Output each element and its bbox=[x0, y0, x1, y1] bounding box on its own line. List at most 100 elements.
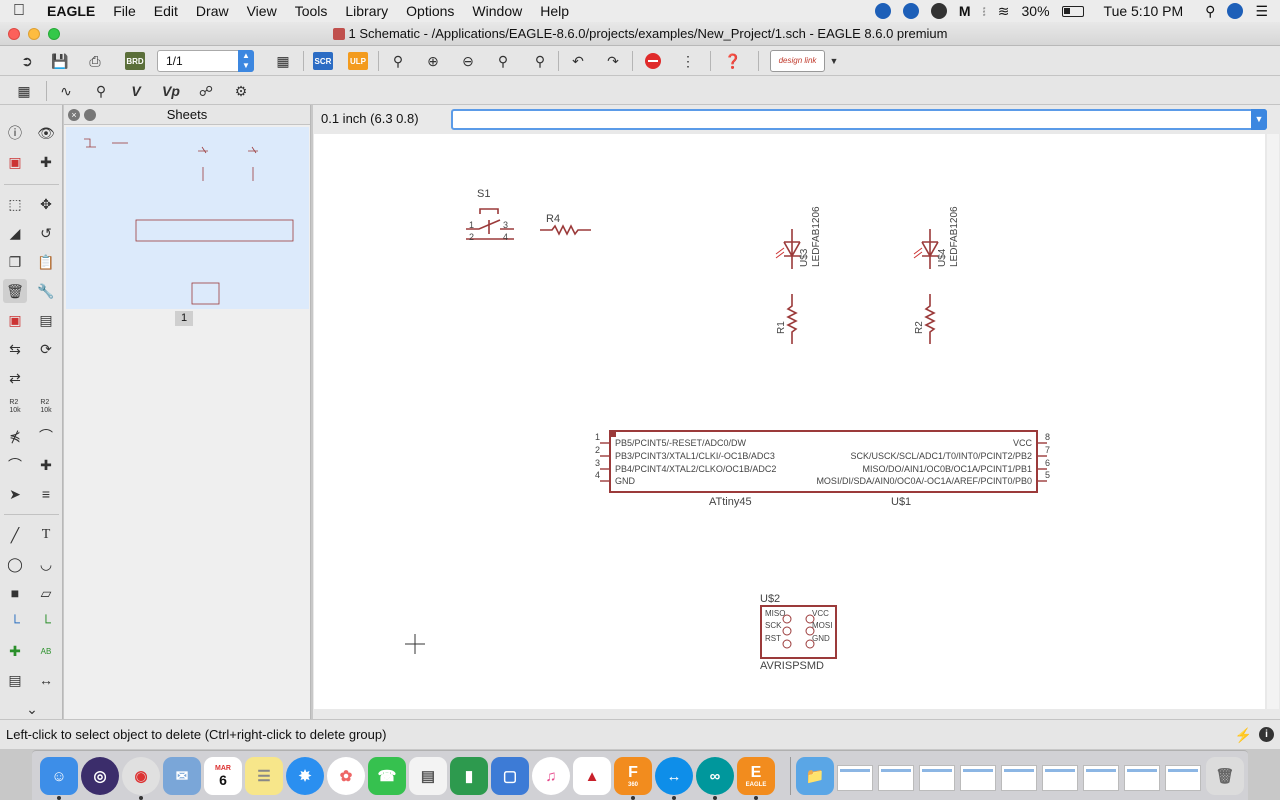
run-ulp-button[interactable]: ULP bbox=[346, 50, 370, 72]
safari-icon[interactable]: ✸ bbox=[286, 757, 324, 795]
net-icon[interactable]: └ bbox=[3, 610, 27, 634]
sheet-number-label[interactable]: 1 bbox=[175, 311, 193, 326]
close-window-button[interactable] bbox=[8, 28, 20, 40]
autocad-icon[interactable]: ▲ bbox=[573, 757, 611, 795]
arc-icon[interactable]: ◡ bbox=[34, 552, 58, 576]
optimize-icon[interactable]: ⌒ bbox=[3, 453, 27, 477]
zoom-out-icon[interactable]: ⊖ bbox=[456, 50, 480, 72]
pin-swap-icon[interactable]: ⇄ bbox=[3, 366, 27, 390]
expand-palette-icon[interactable]: ⌄ bbox=[20, 697, 44, 721]
sheet-thumbnail[interactable] bbox=[66, 127, 309, 309]
zoom-select-icon[interactable]: ⚲ bbox=[528, 50, 552, 72]
keynote-icon[interactable]: ▢ bbox=[491, 757, 529, 795]
value-tool-palette[interactable]: R2 10k bbox=[34, 395, 58, 419]
schematic-canvas[interactable]: S1 1 2 3 4 R4 U$3 LEDFAB1206 U$4 LEDFAB1… bbox=[314, 134, 1265, 709]
teamviewer-status-icon[interactable] bbox=[902, 3, 919, 19]
info-icon-status[interactable]: i bbox=[1259, 727, 1274, 742]
split-icon[interactable]: ⋠ bbox=[3, 424, 27, 448]
part-u3[interactable]: U$3 LEDFAB1206 bbox=[775, 206, 822, 269]
part-s1[interactable]: S1 1 2 3 4 bbox=[466, 188, 514, 242]
schematic-drawing[interactable]: S1 1 2 3 4 R4 U$3 LEDFAB1206 U$4 LEDFAB1… bbox=[314, 134, 1265, 709]
stop-command-button[interactable] bbox=[641, 50, 665, 72]
miter-icon[interactable]: ⌒ bbox=[34, 424, 58, 448]
teamviewer-icon[interactable]: ↔ bbox=[655, 757, 693, 795]
attribute-icon[interactable]: ☍ bbox=[194, 80, 218, 102]
part-u2[interactable]: U$2 MISO SCK RST VCC MOSI GND AVRISPSMD bbox=[760, 593, 837, 672]
finder-icon[interactable]: ☺ bbox=[40, 757, 78, 795]
fusion-360-icon[interactable]: F 360 bbox=[614, 757, 652, 795]
menu-library[interactable]: Library bbox=[336, 3, 397, 19]
vertical-scrollbar[interactable] bbox=[1267, 134, 1279, 709]
lightning-icon[interactable]: ⚡ bbox=[1235, 720, 1252, 750]
grid-icon[interactable]: ▦ bbox=[12, 80, 36, 102]
mail-stamp-icon[interactable]: ✉ bbox=[163, 757, 201, 795]
copy-icon[interactable]: ❐ bbox=[3, 250, 27, 274]
sheet-stepper-icon[interactable]: ▲ ▼ bbox=[238, 50, 254, 72]
go-icon[interactable]: ⋮ bbox=[676, 50, 700, 72]
rectangle-icon[interactable]: ■ bbox=[3, 581, 27, 605]
zoom-in-icon[interactable]: ⊕ bbox=[421, 50, 445, 72]
malwarebytes-status-icon[interactable]: M bbox=[959, 3, 971, 19]
settings-gear-icon[interactable]: ⚙ bbox=[229, 80, 253, 102]
net-class-icon[interactable]: ∿ bbox=[54, 80, 78, 102]
float-panel-icon[interactable] bbox=[84, 109, 96, 121]
dimension-icon[interactable]: ↔ bbox=[34, 668, 58, 692]
attribute-tool-icon[interactable]: ▤ bbox=[3, 668, 27, 692]
clock[interactable]: Tue 5:10 PM bbox=[1104, 3, 1184, 19]
group-select-icon[interactable]: ⬚ bbox=[3, 192, 27, 216]
menu-options[interactable]: Options bbox=[397, 3, 463, 19]
apple-menu-icon[interactable]:  bbox=[0, 2, 38, 20]
command-history-dropdown-icon[interactable]: ▼ bbox=[1251, 109, 1267, 130]
line-icon[interactable]: ╱ bbox=[3, 523, 27, 547]
battery-percent[interactable]: 30% bbox=[1022, 3, 1050, 19]
show-icon[interactable]: ⚲ bbox=[89, 80, 113, 102]
show-eye-icon[interactable]: 👁 bbox=[34, 121, 58, 145]
part-u1[interactable]: 1 2 3 4 8 7 6 5 PB5/PCINT5/-RESET/ADC0/D… bbox=[595, 430, 1050, 508]
sheet-select[interactable]: 1/1 ▲ ▼ bbox=[157, 50, 254, 72]
menu-draw[interactable]: Draw bbox=[187, 3, 238, 19]
arduino-icon[interactable]: ∞ bbox=[696, 757, 734, 795]
part-r1[interactable]: R1 bbox=[776, 294, 798, 344]
name-tool[interactable]: R2 10k bbox=[3, 395, 27, 419]
minimized-window-thumbnail[interactable] bbox=[1124, 765, 1160, 791]
rotate-icon[interactable]: ↺ bbox=[34, 221, 58, 245]
redraw-icon[interactable]: ⚲ bbox=[491, 50, 515, 72]
text-tool[interactable]: T bbox=[34, 523, 58, 547]
command-line-input[interactable]: ▼ bbox=[451, 109, 1267, 130]
design-link-button[interactable]: design link bbox=[770, 50, 825, 72]
menu-edit[interactable]: Edit bbox=[145, 3, 187, 19]
replace-part-icon[interactable]: ▤ bbox=[34, 308, 58, 332]
junction-icon[interactable]: ✚ bbox=[3, 639, 27, 663]
print-icon[interactable]: ⎙ bbox=[83, 50, 107, 72]
numbers-icon[interactable]: ▮ bbox=[450, 757, 488, 795]
paste-icon[interactable]: 📋 bbox=[34, 250, 58, 274]
info-icon[interactable]: ⓘ bbox=[3, 121, 27, 145]
chrome-icon[interactable]: ◉ bbox=[122, 757, 160, 795]
part-u4[interactable]: U$4 LEDFAB1206 bbox=[913, 206, 960, 269]
help-icon[interactable]: ❓ bbox=[721, 50, 745, 72]
invoke-icon[interactable]: ⟳ bbox=[34, 337, 58, 361]
move-icon[interactable]: ✥ bbox=[34, 192, 58, 216]
minimized-window-thumbnail[interactable] bbox=[1083, 765, 1119, 791]
vp-tool[interactable]: Vp bbox=[159, 80, 183, 102]
minimized-window-thumbnail[interactable] bbox=[837, 765, 873, 791]
redo-icon[interactable]: ↷ bbox=[601, 50, 625, 72]
board-switch-button[interactable]: BRD bbox=[123, 50, 147, 72]
mark-icon[interactable]: ✚ bbox=[34, 150, 58, 174]
minimized-window-thumbnail[interactable] bbox=[1042, 765, 1078, 791]
value-tool[interactable]: V bbox=[124, 80, 148, 102]
menu-tools[interactable]: Tools bbox=[286, 3, 337, 19]
undo-icon[interactable]: ↶ bbox=[566, 50, 590, 72]
polygon-icon[interactable]: ▱ bbox=[34, 581, 58, 605]
bluetooth-icon[interactable]: ᎒ bbox=[983, 2, 986, 21]
minimized-window-thumbnail[interactable] bbox=[878, 765, 914, 791]
smash-icon[interactable]: ✚ bbox=[34, 453, 58, 477]
battery-icon[interactable] bbox=[1061, 5, 1084, 17]
gate-swap-icon[interactable]: ⇆ bbox=[3, 337, 27, 361]
use-library-icon[interactable]: ▦ bbox=[271, 50, 295, 72]
align-icon[interactable]: ≡ bbox=[34, 482, 58, 506]
minimized-window-thumbnail[interactable] bbox=[1165, 765, 1201, 791]
status-app-icon-2[interactable] bbox=[930, 3, 947, 19]
part-r2[interactable]: R2 bbox=[914, 294, 936, 344]
delete-trash-icon[interactable]: 🗑 bbox=[3, 279, 27, 303]
